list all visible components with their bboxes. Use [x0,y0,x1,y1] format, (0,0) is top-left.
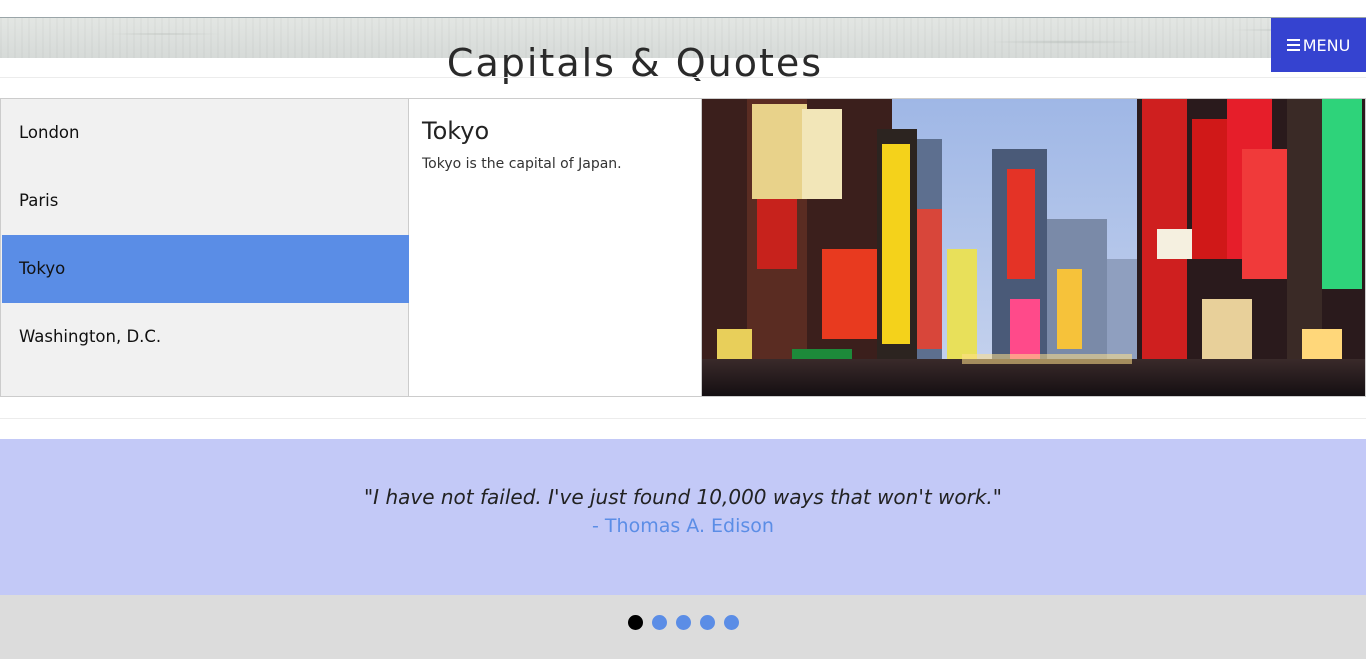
city-item-paris[interactable]: Paris [2,167,410,235]
city-item-london[interactable]: London [2,99,410,167]
city-detail-title: Tokyo [422,117,490,145]
divider [0,77,1366,78]
quote-text: "I have not failed. I've just found 10,0… [363,485,1002,509]
slider-dot-2[interactable] [652,615,667,630]
tokyo-street-image [702,99,1365,396]
city-detail-panel: Tokyo Tokyo is the capital of Japan. [409,98,701,397]
city-list: London Paris Tokyo Washington, D.C. [0,98,410,397]
slider-dot-4[interactable] [700,615,715,630]
quote-slider-nav [0,595,1366,659]
menu-button[interactable]: MENU [1271,18,1366,72]
slider-dot-1[interactable] [628,615,643,630]
slider-dot-3[interactable] [676,615,691,630]
city-item-washington[interactable]: Washington, D.C. [2,303,410,371]
menu-button-label: MENU [1302,35,1351,55]
quote-section: "I have not failed. I've just found 10,0… [0,439,1366,595]
quote-author: - Thomas A. Edison [592,515,774,537]
city-photo [701,98,1366,397]
city-detail-text: Tokyo is the capital of Japan. [422,156,622,172]
site-header-banner: Capitals & Quotes [0,17,1366,83]
city-item-tokyo[interactable]: Tokyo [2,235,410,303]
divider [0,418,1366,419]
slider-dot-5[interactable] [724,615,739,630]
hamburger-icon [1286,39,1300,51]
